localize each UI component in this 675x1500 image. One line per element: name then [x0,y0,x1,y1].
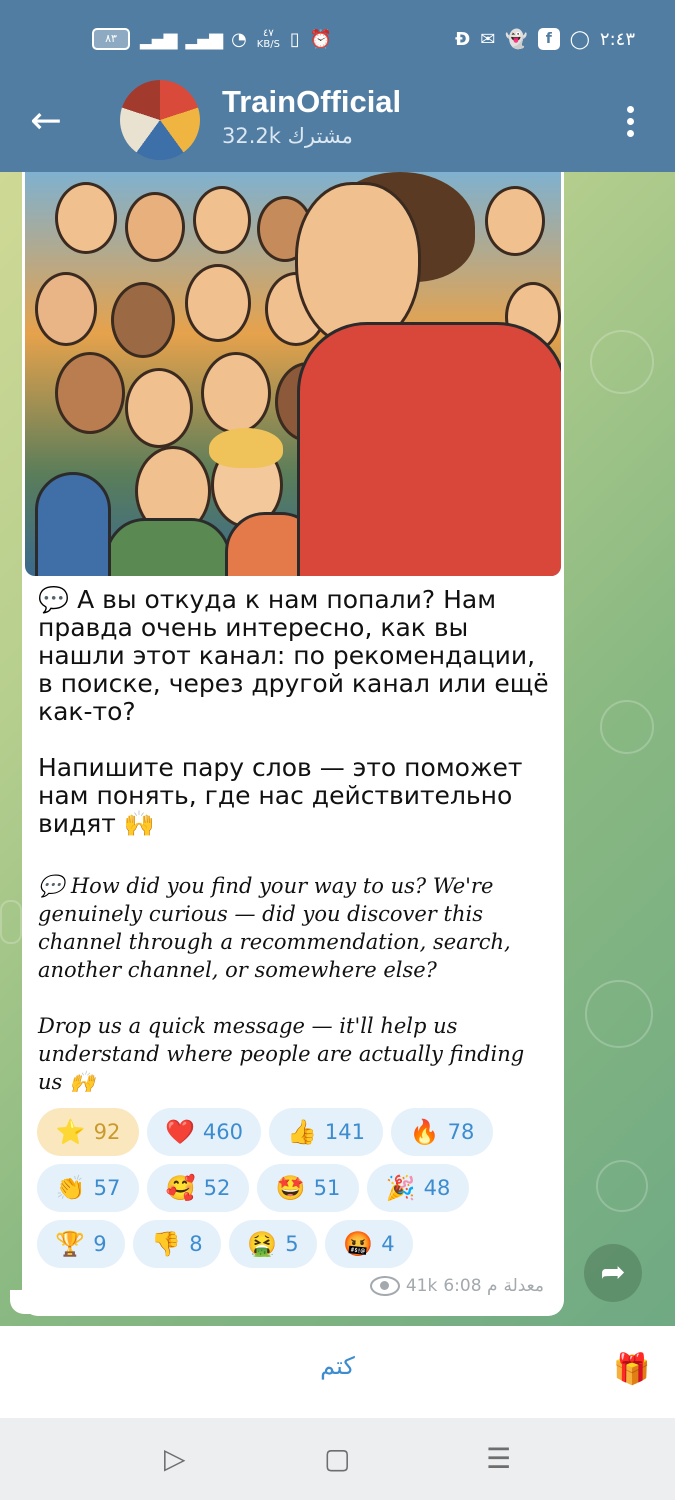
reaction-thumbs-down[interactable]: 👎 8 [133,1220,221,1268]
message-paragraph: Drop us a quick message — it'll help us … [38,1014,531,1094]
reaction-count: 52 [203,1176,231,1200]
reaction-clap[interactable]: 👏 57 [37,1164,139,1212]
status-bar: ٨٣ ▂▄▆ ▂▄▆ ◔ ٤٧ KB/S ▯ ⏰ Ð ✉ 👻 f ◯ ٢:٤٣ [0,0,675,84]
battery-icon: ٨٣ [92,28,130,50]
star-icon: ⭐ [55,1118,86,1146]
thumbs-down-icon: 👎 [151,1230,182,1258]
message-bubble[interactable]: 💬 А вы откуда к нам попали? Нам правда о… [22,172,564,1316]
alarm-icon: ⏰ [309,28,333,50]
reaction-count: 9 [93,1232,107,1256]
subscriber-count: 32.2k مشترك [222,124,353,148]
reaction-count: 8 [189,1232,203,1256]
home-square-icon[interactable]: ▢ [324,1442,350,1475]
message-paragraph: 💬 How did you find your way to us? We're… [38,874,518,982]
channel-avatar[interactable] [120,80,200,160]
reaction-count: 92 [93,1120,121,1144]
reaction-count: 57 [93,1176,121,1200]
fire-icon: 🔥 [409,1118,440,1146]
signal-icon: ▂▄▆ [185,28,224,50]
vibrate-icon: ▯ [289,28,300,50]
reaction-party[interactable]: 🎉 48 [367,1164,469,1212]
reaction-count: 141 [324,1120,365,1144]
system-navigation-bar: ▷ ▢ ☰ [0,1418,675,1500]
reaction-count: 4 [381,1232,395,1256]
more-menu-icon[interactable] [615,102,645,142]
message-meta: 41k 6:08 م معدلة [369,1276,544,1296]
channel-title[interactable]: TrainOfficial [222,84,401,120]
reaction-count: 78 [447,1120,475,1144]
mute-button[interactable]: كتم [0,1352,675,1380]
network-speed: ٤٧ KB/S [256,28,280,50]
vomit-icon: 🤮 [247,1230,278,1258]
message-text-ru: 💬 А вы откуда к нам попали? Нам правда о… [38,586,554,866]
reaction-count: 48 [423,1176,451,1200]
views-eye-icon [369,1276,400,1296]
chat-header: ← TrainOfficial 32.2k مشترك [0,80,675,172]
reaction-count: 51 [313,1176,341,1200]
view-count: 41k [405,1276,438,1296]
reactions-bar: ⭐ 92 ❤️ 460 👍 141 🔥 78 👏 57 🥰 52 🤩 51 🎉 48 🏆 9 👎 8… [37,1108,557,1276]
reaction-cursing[interactable]: 🤬 4 [325,1220,413,1268]
back-arrow-icon[interactable]: ← [30,100,74,144]
reaction-heart[interactable]: ❤️ 460 [147,1108,261,1156]
whatsapp-icon: ◯ [569,28,590,50]
reaction-smiling-hearts[interactable]: 🥰 52 [147,1164,249,1212]
mail-icon: ✉ [480,28,496,50]
reaction-vomit[interactable]: 🤮 5 [229,1220,317,1268]
recents-menu-icon[interactable]: ☰ [486,1442,511,1475]
share-arrow-icon[interactable]: ➦ [584,1244,642,1302]
gift-icon[interactable]: 🎁 [613,1352,650,1388]
trophy-icon: 🏆 [55,1230,86,1258]
message-paragraph: 💬 А вы откуда к нам попали? Нам правда о… [38,585,557,726]
star-struck-icon: 🤩 [275,1174,306,1202]
back-triangle-icon[interactable]: ▷ [164,1442,186,1475]
message-text-en: 💬 How did you find your way to us? We're… [38,872,554,1124]
d-app-icon: Ð [455,28,471,50]
edited-label: معدلة [503,1276,544,1296]
snapchat-icon: 👻 [505,28,528,50]
heart-icon: ❤️ [165,1118,195,1146]
smiling-hearts-icon: 🥰 [165,1174,196,1202]
reaction-count: 5 [285,1232,299,1256]
clock: ٢:٤٣ [599,28,635,50]
party-icon: 🎉 [385,1174,416,1202]
reaction-thumbs-up[interactable]: 👍 141 [269,1108,383,1156]
cursing-icon: 🤬 [343,1230,374,1258]
post-image[interactable] [25,172,561,576]
facebook-icon: f [537,28,560,50]
signal-icon: ▂▄▆ [140,28,178,50]
message-paragraph: Напишите пару слов — это поможет нам пон… [38,753,531,838]
reaction-star[interactable]: ⭐ 92 [37,1108,139,1156]
reaction-fire[interactable]: 🔥 78 [391,1108,493,1156]
bottom-bar: كتم 🎁 [0,1326,675,1418]
clap-icon: 👏 [55,1174,86,1202]
reaction-trophy[interactable]: 🏆 9 [37,1220,125,1268]
reaction-star-struck[interactable]: 🤩 51 [257,1164,359,1212]
thumbs-up-icon: 👍 [287,1118,317,1146]
wifi-icon: ◔ [231,28,247,50]
reaction-count: 460 [202,1120,243,1144]
message-time: 6:08 م [443,1276,498,1296]
